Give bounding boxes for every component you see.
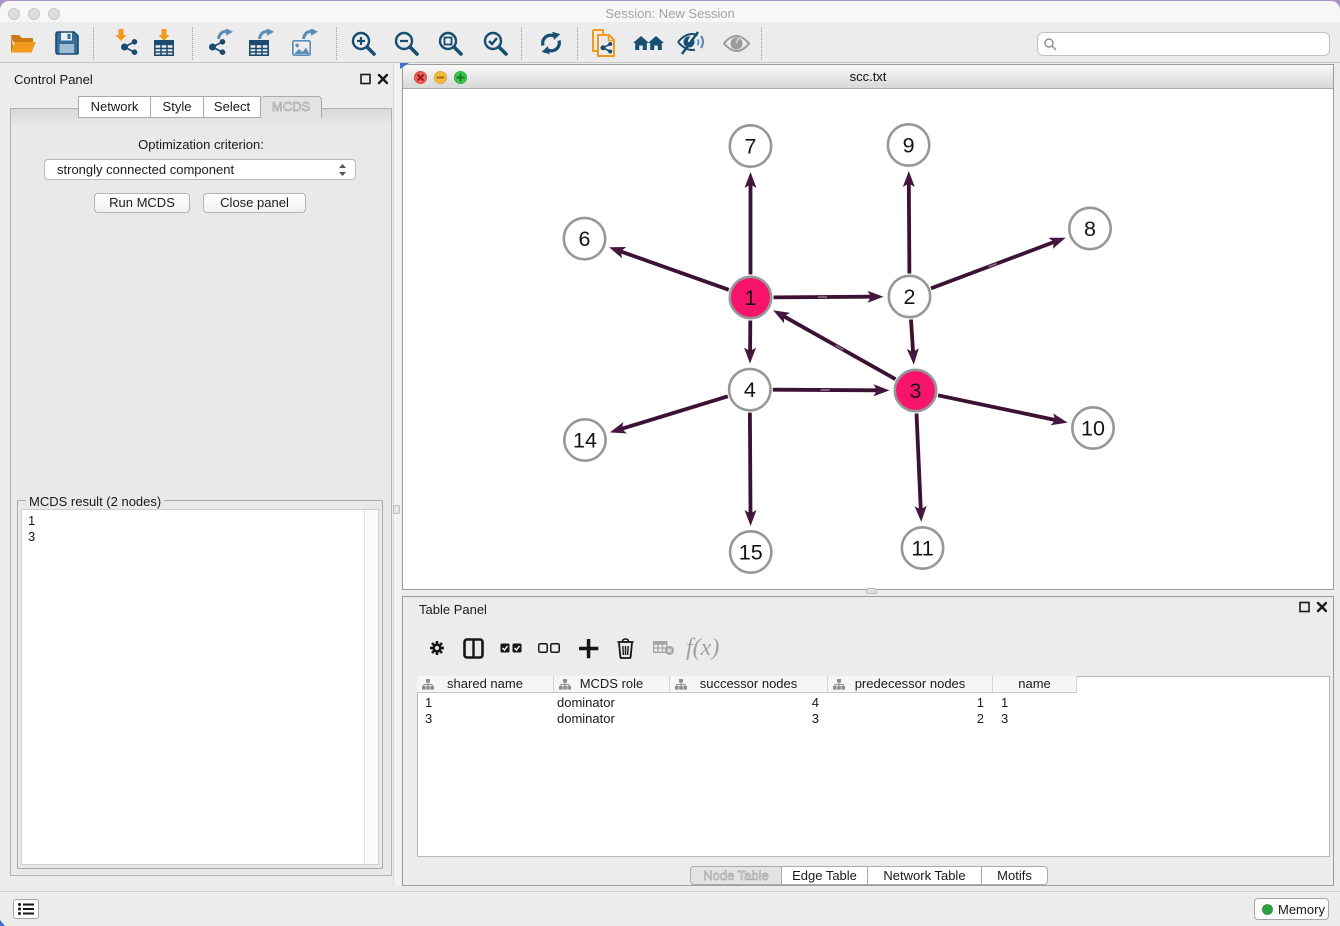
svg-text:10: 10	[1081, 416, 1105, 440]
svg-text:9: 9	[903, 133, 915, 157]
svg-text:7: 7	[745, 134, 757, 158]
svg-text:14: 14	[573, 428, 597, 452]
svg-text:1: 1	[745, 286, 757, 310]
svg-text:3: 3	[910, 379, 922, 403]
svg-text:4: 4	[744, 378, 756, 402]
svg-text:15: 15	[739, 540, 763, 564]
svg-text:6: 6	[579, 227, 591, 251]
svg-text:8: 8	[1084, 217, 1096, 241]
svg-text:11: 11	[911, 536, 933, 560]
svg-text:2: 2	[904, 285, 916, 309]
